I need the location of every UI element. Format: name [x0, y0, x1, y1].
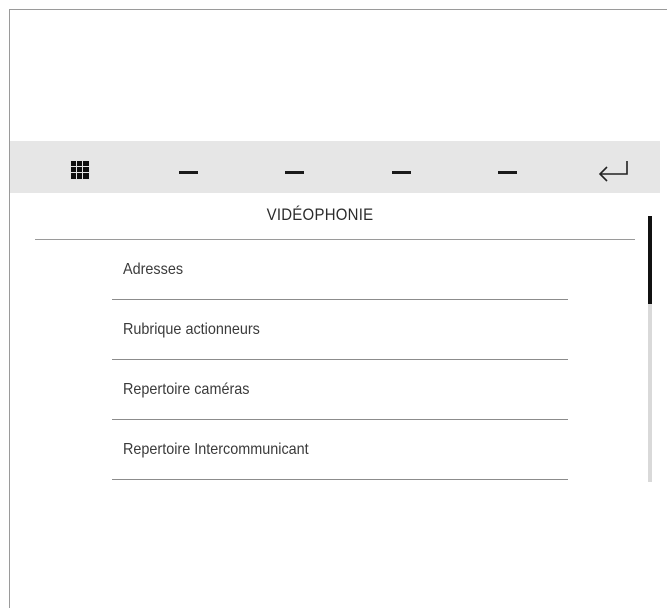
list-item-rubrique-actionneurs[interactable]: Rubrique actionneurs — [112, 300, 568, 360]
dash-icon — [498, 171, 517, 174]
menu-list: Adresses Rubrique actionneurs Repertoire… — [112, 240, 568, 480]
dash-icon — [179, 171, 198, 174]
scrollbar-thumb[interactable] — [648, 216, 652, 304]
list-item-label: Adresses — [123, 261, 184, 278]
back-arrow-icon — [598, 161, 628, 182]
list-item-label: Repertoire Intercommunicant — [123, 441, 309, 458]
list-item-label: Rubrique actionneurs — [123, 321, 260, 338]
page-title: VIDÉOPHONIE — [266, 205, 374, 224]
grid-icon — [71, 161, 89, 179]
dash-icon — [285, 171, 304, 174]
dash-icon — [392, 171, 411, 174]
toolbar-slot-2-button[interactable] — [262, 141, 324, 193]
list-item-label: Repertoire caméras — [123, 381, 250, 398]
toolbar-slot-1-button[interactable] — [155, 141, 217, 193]
list-item-adresses[interactable]: Adresses — [112, 240, 568, 300]
toolbar-slot-4-button[interactable] — [476, 141, 538, 193]
list-item-repertoire-cameras[interactable]: Repertoire caméras — [112, 360, 568, 420]
list-item-repertoire-intercommunicant[interactable]: Repertoire Intercommunicant — [112, 420, 568, 480]
toolbar-slot-3-button[interactable] — [370, 141, 432, 193]
